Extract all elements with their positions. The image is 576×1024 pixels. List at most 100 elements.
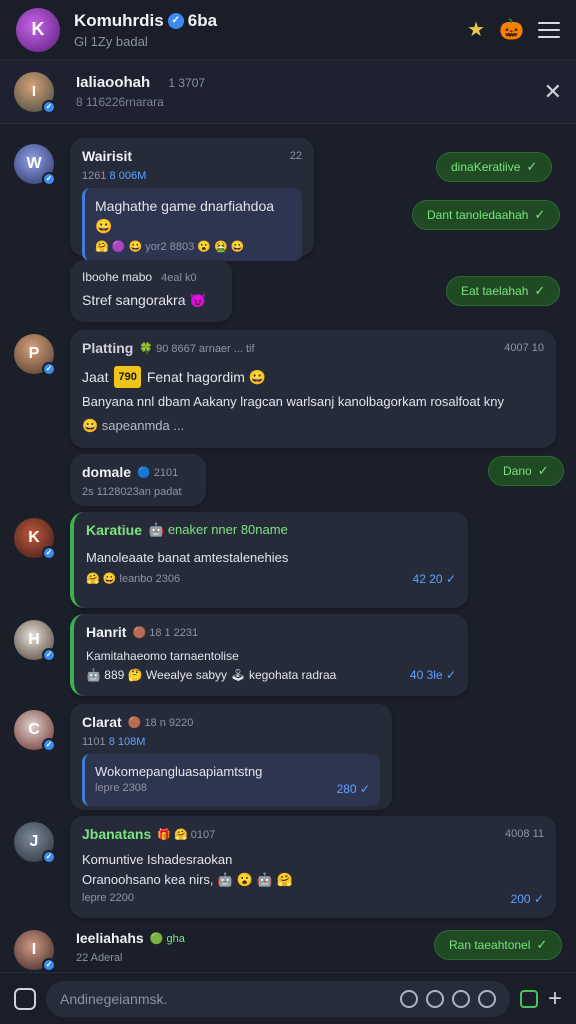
message-footer: lepre 2200 — [82, 892, 134, 904]
outgoing-text: Eat taelahah — [461, 284, 529, 298]
quote-reactions: 🤗 🟣 😀 yor2 8803 😮 🤮 😀 — [95, 241, 245, 253]
quote-footer: lepre 2308 — [95, 782, 147, 794]
outgoing-message[interactable]: Ran taeahtonel ✓ — [434, 930, 563, 960]
message-input[interactable]: Andinegeianmsk. — [46, 980, 510, 1017]
message-bubble[interactable]: Karatiue 🤖 enaker nner 80name Manoleaate… — [70, 512, 468, 608]
pinned-title-text: Ialiaoohah — [76, 74, 151, 91]
mic-icon[interactable] — [477, 989, 496, 1008]
message-bubble[interactable]: Jbanatans 🎁 🤗 0107 4008 11 Komuntive Ish… — [70, 816, 556, 918]
reply-text: Stref sangorakra 😈 — [82, 292, 207, 308]
verified-icon: ✓ — [42, 648, 56, 662]
message-author: Clarat 🟤 18 n 9220 — [82, 714, 380, 730]
input-placeholder: Andinegeianmsk. — [60, 990, 168, 1007]
double-check-icon: ✓ — [526, 159, 538, 174]
tag-a: Jaat — [82, 369, 109, 385]
message-bubble[interactable]: Hanrit 🟤 18 1 2231 Kamitahaeomo tarnaent… — [70, 614, 468, 696]
reply-meta: 4eal k0 — [161, 272, 197, 284]
close-icon[interactable]: ✕ — [544, 79, 562, 105]
subline-text: 1101 — [82, 736, 106, 748]
message-bubble[interactable]: Clarat 🟤 18 n 9220 1101 8 108M Wokomepan… — [70, 704, 392, 810]
outgoing-message[interactable]: dinaKeratiive ✓ — [436, 152, 553, 182]
message-time: 280 ✓ — [336, 782, 370, 796]
quoted-message[interactable]: Wokomepangluasapiamtstng lepre 2308 280 … — [82, 754, 380, 806]
chat-title-text: Komuhrdis — [74, 10, 164, 30]
quoted-message[interactable]: Maghathe game dnarfiahdoa 😀 🤗 🟣 😀 yor2 8… — [82, 188, 302, 261]
message-composer: Andinegeianmsk. + — [0, 972, 576, 1024]
clock-icon[interactable] — [425, 989, 444, 1008]
message-author: Karatiue 🤖 enaker nner 80name — [86, 522, 456, 538]
message-text: Kamitahaeomo tarnaentolise — [86, 649, 239, 663]
message-author: Ieeliahahs 🟢 gha — [76, 930, 316, 946]
header-titles[interactable]: Komuhrdis ✓ 6ba Gl 1Zy badal — [74, 11, 467, 49]
message-bubble[interactable]: Wairisit 22 1261 8 006M Maghathe game dn… — [70, 138, 314, 261]
emoji-icon[interactable] — [399, 989, 418, 1008]
message-bubble[interactable]: Platting 🍀 90 8667 arnaer ... tif 4007 1… — [70, 330, 556, 448]
plus-icon[interactable]: + — [548, 985, 562, 1013]
subline-link[interactable]: 8 006M — [110, 170, 147, 182]
avatar[interactable]: C ✓ — [14, 710, 56, 752]
message-subline: 22 Aderal — [76, 952, 123, 964]
message-time: 4007 10 — [504, 342, 544, 354]
verified-icon: ✓ — [42, 362, 56, 376]
message-footer: 🤗 😀 leanbo 2306 — [86, 573, 181, 585]
chat-subtitle: Gl 1Zy badal — [74, 33, 148, 49]
chat-header: K Komuhrdis ✓ 6ba Gl 1Zy badal ★ 🎃 — [0, 0, 576, 60]
time-text: 40 3le — [409, 668, 443, 682]
pinned-message-bar[interactable]: I ✓ Ialiaoohah 1 3707 8 116226rnarara ✕ — [0, 60, 576, 124]
message-bubble[interactable]: domale 🔵 2101 2s 1128023an padat — [70, 454, 206, 506]
sticker-icon[interactable] — [519, 989, 538, 1008]
attach-icon[interactable] — [14, 987, 36, 1010]
reply-author: Iboohe mabo — [82, 270, 153, 284]
heading-text: Fenat hagordim 😀 — [146, 369, 267, 385]
avatar[interactable]: K ✓ — [14, 518, 56, 560]
author-name: Karatiue — [86, 522, 143, 538]
quote-text: Maghathe game dnarfiahdoa 😀 — [95, 198, 275, 234]
message-meta: 🍀 90 8667 arnaer ... tif — [139, 342, 255, 355]
subline-link[interactable]: 8 108M — [109, 736, 146, 748]
author-name: Wairisit — [82, 148, 133, 164]
avatar[interactable]: J ✓ — [14, 822, 56, 864]
camera-icon[interactable] — [451, 989, 470, 1008]
author-name: Clarat — [82, 714, 122, 730]
message-partial[interactable]: Ieeliahahs 🟢 gha 22 Aderal — [76, 930, 316, 964]
author-name: Hanrit — [86, 624, 127, 640]
message-text-2: Oranoohsano kea nirs, 🤖 😮 🤖 🤗 — [82, 872, 293, 887]
avatar[interactable]: W ✓ — [14, 144, 56, 186]
double-check-icon: ✓ — [536, 937, 548, 952]
avatar[interactable]: H ✓ — [14, 620, 56, 662]
avatar[interactable]: I ✓ — [14, 930, 56, 972]
avatar[interactable]: P ✓ — [14, 334, 56, 376]
message-meta: 🔵 2101 — [137, 466, 179, 479]
chat-title: Komuhrdis ✓ 6ba — [74, 11, 467, 31]
double-check-icon: ✓ — [537, 463, 549, 478]
pinned-avatar: I ✓ — [14, 71, 56, 114]
group-avatar[interactable]: K — [16, 7, 60, 52]
message-body: Banyana nnl dbam Aakany lragcan warlsanj… — [82, 394, 505, 409]
message-bubble[interactable]: Iboohe mabo 4eal k0 Stref sangorakra 😈 — [70, 260, 232, 322]
double-check-icon: ✓ — [534, 207, 546, 222]
chat-title-suffix: 6ba — [187, 10, 218, 30]
outgoing-message[interactable]: Eat taelahah ✓ — [446, 276, 561, 306]
tag-badge: 790 — [114, 366, 141, 388]
message-meta: 🟤 18 n 9220 — [127, 716, 194, 729]
message-list[interactable]: W ✓ Wairisit 22 1261 8 006M Maghathe game… — [0, 124, 576, 972]
outgoing-message[interactable]: Dant tanoledaahah ✓ — [412, 200, 561, 230]
message-author: Platting 🍀 90 8667 arnaer ... tif 4007 1… — [82, 340, 544, 356]
outgoing-text: dinaKeratiive — [451, 160, 521, 174]
outgoing-message[interactable]: Dano ✓ — [488, 456, 564, 486]
message-meta: 🤖 enaker nner 80name — [148, 522, 288, 537]
message-heading: Jaat 790 Fenat hagordim 😀 — [82, 366, 544, 388]
author-name: domale — [82, 464, 132, 480]
pinned-meta: 1 3707 — [168, 76, 206, 90]
menu-icon[interactable] — [538, 21, 560, 38]
time-text: 280 — [336, 782, 357, 796]
message-meta: 🟤 18 1 2231 — [132, 626, 199, 639]
message-footer: 😀 sapeanmda ... — [82, 418, 185, 433]
star-icon[interactable]: ★ — [467, 17, 485, 42]
pumpkin-icon[interactable]: 🎃 — [499, 17, 524, 42]
message-subline: 1261 8 006M — [82, 170, 302, 182]
verified-icon: ✓ — [167, 12, 184, 29]
author-name: Ieeliahahs — [76, 930, 144, 946]
outgoing-text: Dano — [503, 464, 532, 478]
outgoing-text: Ran taeahtonel — [449, 938, 531, 952]
